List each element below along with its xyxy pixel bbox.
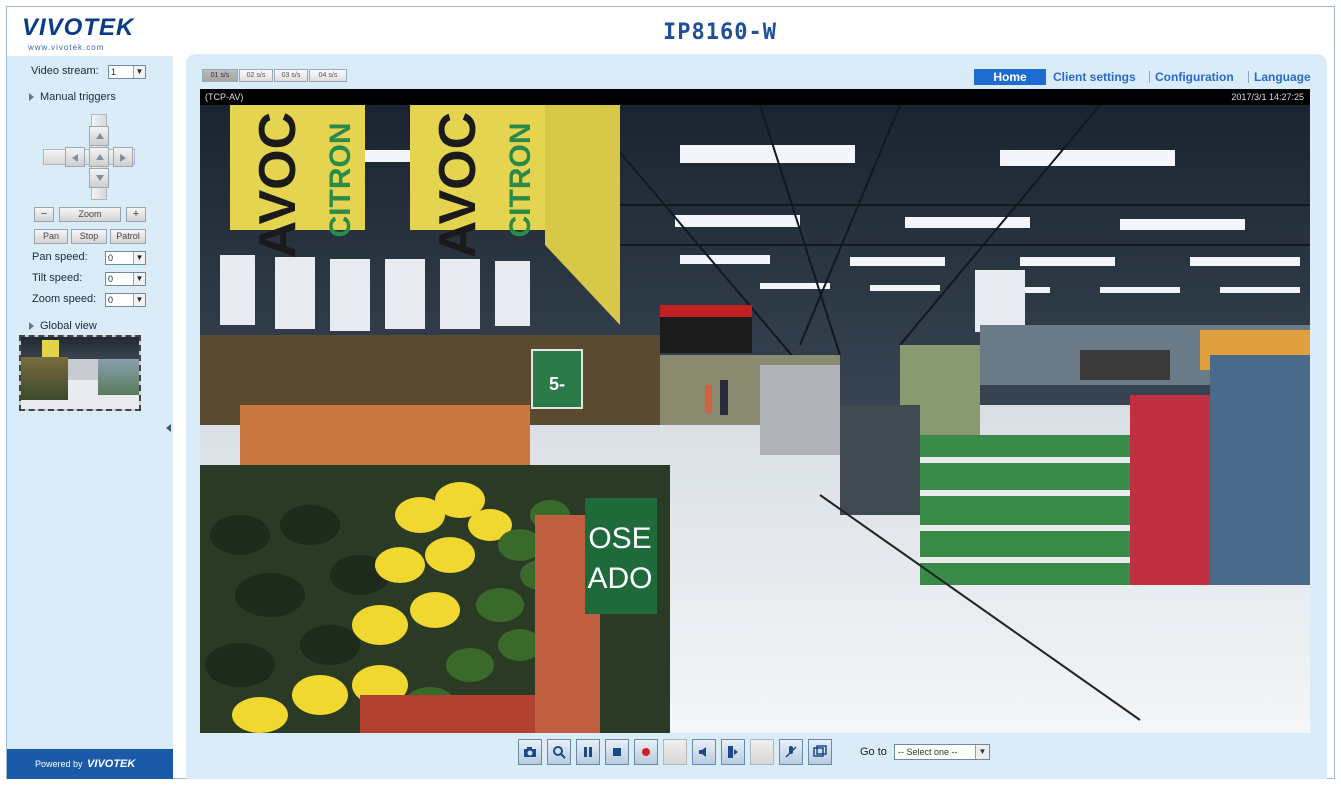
- sign-citron-2: CITRON: [504, 123, 537, 238]
- goto-value: -- Select one --: [898, 747, 958, 757]
- fullscreen-icon: [813, 745, 827, 757]
- nav-client-settings[interactable]: Client settings: [1053, 69, 1136, 85]
- stop-button[interactable]: Stop: [71, 229, 107, 244]
- tilt-speed-value: 0: [108, 274, 114, 284]
- sidebar-collapse-icon[interactable]: [166, 424, 171, 432]
- video-stream-row: Video stream:: [31, 65, 99, 77]
- global-view-label: Global view: [40, 320, 97, 332]
- video-stream-label: Video stream:: [31, 65, 99, 77]
- nav-home[interactable]: Home: [974, 69, 1046, 85]
- video-protocol: (TCP-AV): [205, 92, 244, 102]
- pan-button[interactable]: Pan: [34, 229, 68, 244]
- digital-zoom-button[interactable]: [547, 739, 571, 765]
- snapshot-button[interactable]: [518, 739, 542, 765]
- tilt-up-button[interactable]: [89, 126, 109, 146]
- thumb-ceiling: [21, 337, 139, 359]
- magnifier-icon: [553, 746, 566, 759]
- video-stream-value: 1: [111, 67, 117, 77]
- vivotek-logo[interactable]: VIVOTEK www.vivotek.com: [22, 14, 162, 54]
- powered-by-footer: Powered by VIVOTEK: [7, 749, 173, 779]
- stop-icon: [613, 748, 621, 756]
- pause-button[interactable]: [576, 739, 600, 765]
- nav-divider: [1248, 71, 1249, 83]
- page-title: IP8160-W: [663, 20, 777, 45]
- video-caption-bar: (TCP-AV) 2017/3/1 14:27:25: [200, 89, 1310, 105]
- expand-triangle-icon: [29, 93, 34, 102]
- pan-left-button[interactable]: [65, 147, 85, 167]
- stream-tab-1[interactable]: 01 s/s: [202, 69, 238, 82]
- zoom-speed-label: Zoom speed:: [32, 293, 97, 305]
- powered-by-brand: VIVOTEK: [87, 758, 136, 770]
- tilt-speed-select[interactable]: 0 ▼: [105, 272, 146, 286]
- tilt-down-button[interactable]: [89, 168, 109, 188]
- pause-icon: [584, 747, 592, 757]
- blank-button[interactable]: [663, 739, 687, 765]
- speaker-icon: [699, 747, 706, 757]
- mic-button[interactable]: [750, 739, 774, 765]
- pan-speed-value: 0: [108, 253, 114, 263]
- global-view-toggle[interactable]: Global view: [29, 320, 97, 332]
- fullscreen-button[interactable]: [808, 739, 832, 765]
- chevron-down-icon: ▼: [133, 273, 145, 285]
- zoom-speed-select[interactable]: 0 ▼: [105, 293, 146, 307]
- main-panel: 01 s/s 02 s/s 03 s/s 04 s/s Home Client …: [186, 54, 1327, 779]
- manual-triggers-label: Manual triggers: [40, 91, 116, 103]
- ptz-home-button[interactable]: [89, 147, 109, 167]
- thumb-produce: [21, 357, 69, 401]
- nav-configuration[interactable]: Configuration: [1155, 69, 1234, 85]
- pan-speed-label: Pan speed:: [32, 251, 88, 263]
- video-stream-select[interactable]: 1 ▼: [108, 65, 146, 79]
- zoom-label: Zoom: [59, 207, 121, 222]
- camera-icon: [524, 747, 536, 757]
- powered-by-text: Powered by: [35, 759, 83, 769]
- talk-button[interactable]: [721, 739, 745, 765]
- thumb-shelves: [97, 358, 139, 395]
- nav-language[interactable]: Language: [1254, 69, 1311, 85]
- logo-text: VIVOTEK: [22, 14, 135, 41]
- chevron-down-icon: ▼: [133, 252, 145, 264]
- live-video[interactable]: (TCP-AV) 2017/3/1 14:27:25 AVOC CITRON A…: [200, 89, 1310, 733]
- zoom-speed-value: 0: [108, 295, 114, 305]
- talk-icon: [728, 746, 738, 758]
- manual-triggers-toggle[interactable]: Manual triggers: [29, 91, 116, 103]
- supermarket-scene: AVOC CITRON AVOC CITRON 5- OSE ADO: [200, 105, 1310, 733]
- mic-mute-icon: [785, 746, 797, 758]
- chevron-down-icon: ▼: [133, 294, 145, 306]
- record-button[interactable]: [634, 739, 658, 765]
- goto-preset-select[interactable]: -- Select one -- ▼: [894, 744, 990, 760]
- chevron-down-icon: ▼: [975, 745, 989, 759]
- video-timestamp: 2017/3/1 14:27:25: [1231, 92, 1304, 102]
- stream-tab-4[interactable]: 04 s/s: [309, 69, 347, 82]
- zoom-out-button[interactable]: −: [34, 207, 54, 222]
- pan-right-button[interactable]: [113, 147, 133, 167]
- expand-triangle-icon: [29, 322, 34, 331]
- sign-avoc-2: AVOC: [429, 112, 487, 258]
- tilt-speed-label: Tilt speed:: [32, 272, 83, 284]
- green-sign-2: ADO: [587, 562, 652, 595]
- record-icon: [642, 748, 650, 756]
- goto-label: Go to: [860, 746, 887, 758]
- global-view-thumbnail[interactable]: [19, 335, 141, 411]
- chevron-down-icon: ▼: [133, 66, 145, 78]
- thumb-sign: [42, 339, 59, 358]
- stop-playback-button[interactable]: [605, 739, 629, 765]
- volume-button[interactable]: [692, 739, 716, 765]
- stream-tab-2[interactable]: 02 s/s: [239, 69, 273, 82]
- patrol-button[interactable]: Patrol: [110, 229, 146, 244]
- sign-citron-1: CITRON: [324, 123, 357, 238]
- mute-button[interactable]: [779, 739, 803, 765]
- logo-subtitle: www.vivotek.com: [28, 43, 105, 52]
- green-sign-1: OSE: [588, 522, 651, 555]
- sign-avoc-1: AVOC: [249, 112, 307, 258]
- top-nav: Home Client settings Configuration Langu…: [974, 69, 1314, 85]
- sidebar: Video stream: 1 ▼ Manual triggers − Zoom…: [7, 56, 173, 779]
- stream-tab-3[interactable]: 03 s/s: [274, 69, 308, 82]
- pan-speed-select[interactable]: 0 ▼: [105, 251, 146, 265]
- price-tag: 5-: [549, 374, 565, 394]
- nav-divider: [1149, 71, 1150, 83]
- zoom-in-button[interactable]: +: [126, 207, 146, 222]
